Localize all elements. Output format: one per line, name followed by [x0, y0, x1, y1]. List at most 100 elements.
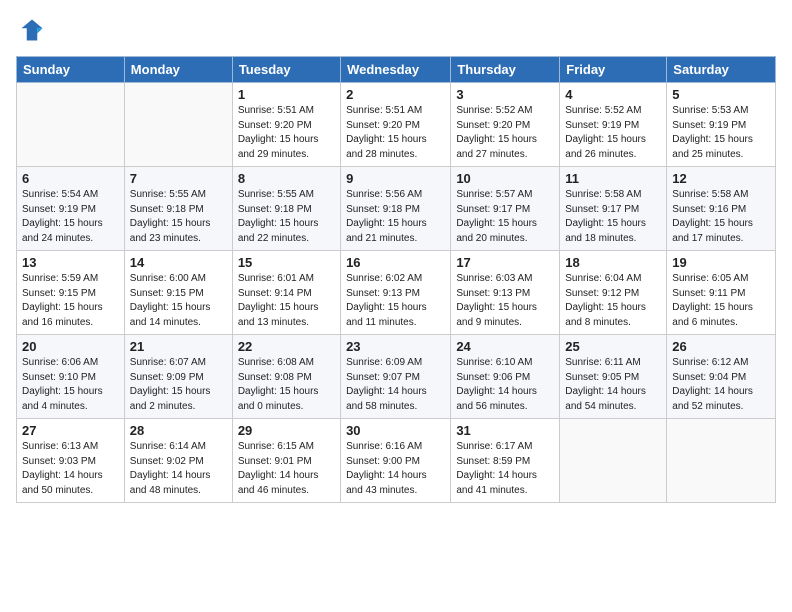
day-info: Sunrise: 6:03 AM Sunset: 9:13 PM Dayligh…: [456, 272, 554, 330]
day-info: Sunrise: 6:10 AM Sunset: 9:06 PM Dayligh…: [456, 356, 554, 414]
day-info: Sunrise: 5:53 AM Sunset: 9:19 PM Dayligh…: [672, 104, 770, 162]
day-number: 29: [238, 423, 335, 438]
calendar-cell: 2 Sunrise: 5:51 AM Sunset: 9:20 PM Daylig…: [341, 83, 451, 167]
calendar-cell: 21 Sunrise: 6:07 AM Sunset: 9:09 PM Dayli…: [124, 335, 232, 419]
calendar-cell: 22Sunrise: 6:08 AM Sunset: 9:08 PM Dayli…: [232, 335, 340, 419]
day-info: Sunrise: 6:02 AM Sunset: 9:13 PM Dayligh…: [346, 272, 445, 330]
day-number: 5: [672, 87, 770, 102]
day-number: 28: [130, 423, 227, 438]
day-info: Sunrise: 5:56 AM Sunset: 9:18 PM Dayligh…: [346, 188, 445, 246]
day-number: 8: [238, 171, 335, 186]
day-info: Sunrise: 6:01 AM Sunset: 9:14 PM Dayligh…: [238, 272, 335, 330]
day-number: 13: [22, 255, 119, 270]
day-number: 22: [238, 339, 335, 354]
calendar-week-row: 13Sunrise: 5:59 AM Sunset: 9:15 PM Dayli…: [17, 251, 776, 335]
day-number: 18: [565, 255, 661, 270]
day-info: Sunrise: 5:51 AM Sunset: 9:20 PM Dayligh…: [346, 104, 445, 162]
day-number: 6: [22, 171, 119, 186]
day-info: Sunrise: 5:58 AM Sunset: 9:17 PM Dayligh…: [565, 188, 661, 246]
calendar-cell: 14Sunrise: 6:00 AM Sunset: 9:15 PM Dayli…: [124, 251, 232, 335]
day-info: Sunrise: 6:09 AM Sunset: 9:07 PM Dayligh…: [346, 356, 445, 414]
calendar-table: SundayMondayTuesdayWednesdayThursdayFrid…: [16, 56, 776, 503]
day-number: 7: [130, 171, 227, 186]
day-info: Sunrise: 5:55 AM Sunset: 9:18 PM Dayligh…: [238, 188, 335, 246]
calendar-week-row: 20Sunrise: 6:06 AM Sunset: 9:10 PM Dayli…: [17, 335, 776, 419]
day-number: 27: [22, 423, 119, 438]
day-info: Sunrise: 6:16 AM Sunset: 9:00 PM Dayligh…: [346, 440, 445, 498]
calendar-week-row: 27 Sunrise: 6:13 AM Sunset: 9:03 PM Dayli…: [17, 419, 776, 503]
calendar-cell: 9Sunrise: 5:56 AM Sunset: 9:18 PM Daylig…: [341, 167, 451, 251]
day-number: 1: [238, 87, 335, 102]
day-info: Sunrise: 6:04 AM Sunset: 9:12 PM Dayligh…: [565, 272, 661, 330]
day-info: Sunrise: 5:52 AM Sunset: 9:19 PM Dayligh…: [565, 104, 661, 162]
day-number: 4: [565, 87, 661, 102]
calendar-cell: 31 Sunrise: 6:17 AM Sunset: 8:59 PM Dayli…: [451, 419, 560, 503]
column-header-monday: Monday: [124, 57, 232, 83]
day-number: 31: [456, 423, 554, 438]
day-info: Sunrise: 6:06 AM Sunset: 9:10 PM Dayligh…: [22, 356, 119, 414]
day-info: Sunrise: 5:55 AM Sunset: 9:18 PM Dayligh…: [130, 188, 227, 246]
page-header: [16, 16, 776, 44]
day-number: 11: [565, 171, 661, 186]
day-info: Sunrise: 6:17 AM Sunset: 8:59 PM Dayligh…: [456, 440, 554, 498]
day-number: 19: [672, 255, 770, 270]
calendar-cell: 27 Sunrise: 6:13 AM Sunset: 9:03 PM Dayli…: [17, 419, 125, 503]
calendar-week-row: 6 Sunrise: 5:54 AM Sunset: 9:19 PM Daylig…: [17, 167, 776, 251]
day-info: Sunrise: 6:05 AM Sunset: 9:11 PM Dayligh…: [672, 272, 770, 330]
day-number: 2: [346, 87, 445, 102]
day-number: 21: [130, 339, 227, 354]
day-number: 26: [672, 339, 770, 354]
calendar-cell: 19 Sunrise: 6:05 AM Sunset: 9:11 PM Dayli…: [667, 251, 776, 335]
calendar-cell: 16 Sunrise: 6:02 AM Sunset: 9:13 PM Dayli…: [341, 251, 451, 335]
calendar-cell: 29 Sunrise: 6:15 AM Sunset: 9:01 PM Dayli…: [232, 419, 340, 503]
calendar-cell: 23Sunrise: 6:09 AM Sunset: 9:07 PM Dayli…: [341, 335, 451, 419]
day-info: Sunrise: 5:54 AM Sunset: 9:19 PM Dayligh…: [22, 188, 119, 246]
calendar-cell: 8 Sunrise: 5:55 AM Sunset: 9:18 PM Daylig…: [232, 167, 340, 251]
calendar-cell: [124, 83, 232, 167]
day-info: Sunrise: 5:57 AM Sunset: 9:17 PM Dayligh…: [456, 188, 554, 246]
calendar-cell: 26 Sunrise: 6:12 AM Sunset: 9:04 PM Dayli…: [667, 335, 776, 419]
day-info: Sunrise: 6:12 AM Sunset: 9:04 PM Dayligh…: [672, 356, 770, 414]
calendar-cell: 12 Sunrise: 5:58 AM Sunset: 9:16 PM Dayli…: [667, 167, 776, 251]
day-number: 14: [130, 255, 227, 270]
calendar-cell: 20Sunrise: 6:06 AM Sunset: 9:10 PM Dayli…: [17, 335, 125, 419]
calendar-cell: 28 Sunrise: 6:14 AM Sunset: 9:02 PM Dayli…: [124, 419, 232, 503]
calendar-cell: 3 Sunrise: 5:52 AM Sunset: 9:20 PM Daylig…: [451, 83, 560, 167]
calendar-cell: [17, 83, 125, 167]
day-info: Sunrise: 5:51 AM Sunset: 9:20 PM Dayligh…: [238, 104, 335, 162]
logo-icon: [18, 16, 46, 44]
calendar-cell: 15 Sunrise: 6:01 AM Sunset: 9:14 PM Dayli…: [232, 251, 340, 335]
column-header-tuesday: Tuesday: [232, 57, 340, 83]
calendar-cell: [667, 419, 776, 503]
day-info: Sunrise: 6:15 AM Sunset: 9:01 PM Dayligh…: [238, 440, 335, 498]
day-number: 16: [346, 255, 445, 270]
calendar-cell: 1 Sunrise: 5:51 AM Sunset: 9:20 PM Daylig…: [232, 83, 340, 167]
calendar-cell: 18 Sunrise: 6:04 AM Sunset: 9:12 PM Dayli…: [560, 251, 667, 335]
calendar-cell: 24 Sunrise: 6:10 AM Sunset: 9:06 PM Dayli…: [451, 335, 560, 419]
calendar-cell: 13Sunrise: 5:59 AM Sunset: 9:15 PM Dayli…: [17, 251, 125, 335]
column-header-sunday: Sunday: [17, 57, 125, 83]
calendar-cell: [560, 419, 667, 503]
calendar-cell: 17 Sunrise: 6:03 AM Sunset: 9:13 PM Dayli…: [451, 251, 560, 335]
calendar-week-row: 1 Sunrise: 5:51 AM Sunset: 9:20 PM Daylig…: [17, 83, 776, 167]
day-info: Sunrise: 6:14 AM Sunset: 9:02 PM Dayligh…: [130, 440, 227, 498]
column-header-friday: Friday: [560, 57, 667, 83]
column-header-thursday: Thursday: [451, 57, 560, 83]
day-info: Sunrise: 5:52 AM Sunset: 9:20 PM Dayligh…: [456, 104, 554, 162]
day-info: Sunrise: 6:07 AM Sunset: 9:09 PM Dayligh…: [130, 356, 227, 414]
day-info: Sunrise: 6:13 AM Sunset: 9:03 PM Dayligh…: [22, 440, 119, 498]
day-info: Sunrise: 5:58 AM Sunset: 9:16 PM Dayligh…: [672, 188, 770, 246]
calendar-cell: 7 Sunrise: 5:55 AM Sunset: 9:18 PM Daylig…: [124, 167, 232, 251]
day-info: Sunrise: 6:11 AM Sunset: 9:05 PM Dayligh…: [565, 356, 661, 414]
day-number: 17: [456, 255, 554, 270]
logo: [16, 16, 46, 44]
column-header-saturday: Saturday: [667, 57, 776, 83]
day-number: 25: [565, 339, 661, 354]
day-number: 24: [456, 339, 554, 354]
calendar-cell: 11 Sunrise: 5:58 AM Sunset: 9:17 PM Dayli…: [560, 167, 667, 251]
day-number: 12: [672, 171, 770, 186]
day-number: 3: [456, 87, 554, 102]
day-number: 15: [238, 255, 335, 270]
day-number: 30: [346, 423, 445, 438]
calendar-cell: 6 Sunrise: 5:54 AM Sunset: 9:19 PM Daylig…: [17, 167, 125, 251]
